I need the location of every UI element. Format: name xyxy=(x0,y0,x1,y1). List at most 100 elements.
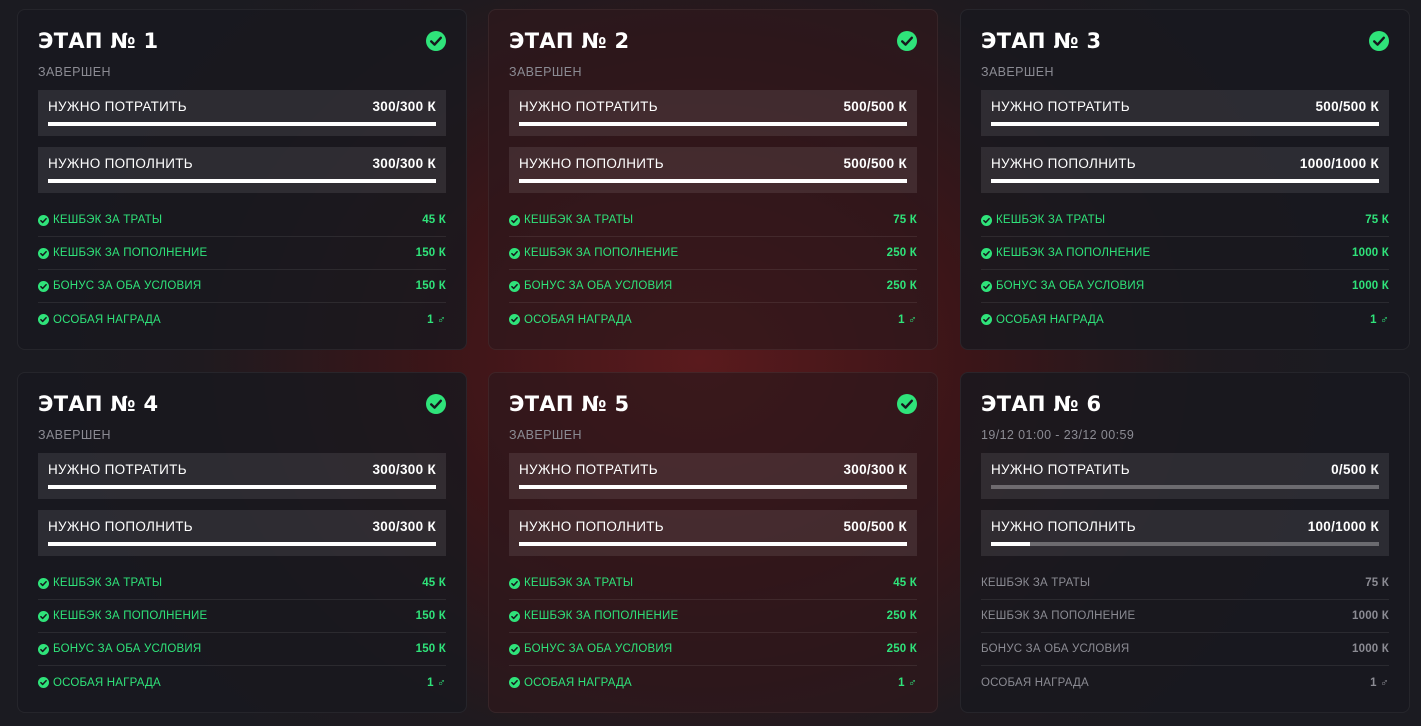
reward-value: 250 К xyxy=(886,643,917,655)
progress-bar-fill xyxy=(519,485,907,489)
progress-bar xyxy=(991,179,1379,183)
requirement-label: НУЖНО ПОПОЛНИТЬ xyxy=(519,156,664,171)
progress-bar xyxy=(48,179,436,183)
check-circle-icon xyxy=(426,394,446,414)
progress-bar-fill xyxy=(519,122,907,126)
check-circle-icon xyxy=(38,214,49,226)
rewards-list: КЕШБЭК ЗА ТРАТЫ 45 К КЕШБЭК ЗА ПОПОЛНЕНИ… xyxy=(509,567,917,699)
reward-label: БОНУС ЗА ОБА УСЛОВИЯ xyxy=(524,643,673,655)
progress-bar-fill xyxy=(519,542,907,546)
reward-value: 1 ♂ xyxy=(427,313,446,326)
reward-label: КЕШБЭК ЗА ТРАТЫ xyxy=(996,214,1106,226)
stage-status: ЗАВЕРШЕН xyxy=(981,65,1054,79)
check-circle-icon xyxy=(509,280,520,292)
check-circle-icon xyxy=(981,280,992,292)
requirement-value: 300/300 К xyxy=(372,462,436,477)
progress-bar-fill xyxy=(991,179,1379,183)
reward-item: КЕШБЭК ЗА ПОПОЛНЕНИЕ 250 К xyxy=(509,600,917,633)
reward-label: БОНУС ЗА ОБА УСЛОВИЯ xyxy=(53,643,202,655)
progress-bar-fill xyxy=(48,542,436,546)
reward-value: 45 К xyxy=(422,577,446,589)
requirement-label: НУЖНО ПОТРАТИТЬ xyxy=(991,462,1130,477)
reward-value: 1000 К xyxy=(1352,610,1389,622)
requirement-value: 0/500 К xyxy=(1331,462,1379,477)
requirement-item: НУЖНО ПОТРАТИТЬ 300/300 К xyxy=(38,453,446,499)
requirements-list: НУЖНО ПОТРАТИТЬ 500/500 К НУЖНО ПОПОЛНИТ… xyxy=(509,90,917,193)
reward-item: БОНУС ЗА ОБА УСЛОВИЯ 150 К xyxy=(38,270,446,303)
requirement-value: 500/500 К xyxy=(843,519,907,534)
reward-label: ОСОБАЯ НАГРАДА xyxy=(524,313,632,326)
requirement-value: 300/300 К xyxy=(372,99,436,114)
reward-label: ОСОБАЯ НАГРАДА xyxy=(981,676,1089,689)
stage-title: ЭТАП № 2 xyxy=(509,29,630,53)
reward-label: БОНУС ЗА ОБА УСЛОВИЯ xyxy=(53,280,202,292)
check-circle-icon xyxy=(38,643,49,655)
reward-label: ОСОБАЯ НАГРАДА xyxy=(996,313,1104,326)
reward-label: ОСОБАЯ НАГРАДА xyxy=(524,676,632,689)
requirement-label: НУЖНО ПОПОЛНИТЬ xyxy=(991,519,1136,534)
stage-header: ЭТАП № 3 ЗАВЕРШЕН xyxy=(981,10,1389,90)
stage-status: ЗАВЕРШЕН xyxy=(38,65,111,79)
progress-bar-fill xyxy=(48,122,436,126)
stage-status: ЗАВЕРШЕН xyxy=(509,428,582,442)
reward-item: КЕШБЭК ЗА ПОПОЛНЕНИЕ 1000 К xyxy=(981,600,1389,633)
progress-bar xyxy=(991,542,1379,546)
reward-value: 1000 К xyxy=(1352,280,1389,292)
reward-item: БОНУС ЗА ОБА УСЛОВИЯ 1000 К xyxy=(981,633,1389,666)
requirement-item: НУЖНО ПОПОЛНИТЬ 300/300 К xyxy=(38,510,446,556)
reward-label: КЕШБЭК ЗА ТРАТЫ xyxy=(981,577,1091,589)
requirement-item: НУЖНО ПОПОЛНИТЬ 500/500 К xyxy=(509,510,917,556)
rewards-list: КЕШБЭК ЗА ТРАТЫ 75 К КЕШБЭК ЗА ПОПОЛНЕНИ… xyxy=(981,567,1389,699)
requirement-label: НУЖНО ПОПОЛНИТЬ xyxy=(991,156,1136,171)
check-circle-icon xyxy=(1369,31,1389,51)
check-circle-icon xyxy=(981,314,992,325)
reward-item: КЕШБЭК ЗА ТРАТЫ 45 К xyxy=(509,567,917,600)
rewards-list: КЕШБЭК ЗА ТРАТЫ 45 К КЕШБЭК ЗА ПОПОЛНЕНИ… xyxy=(38,567,446,699)
reward-value: 250 К xyxy=(886,610,917,622)
reward-item: КЕШБЭК ЗА ТРАТЫ 75 К xyxy=(981,204,1389,237)
reward-value: 1000 К xyxy=(1352,247,1389,259)
reward-label: КЕШБЭК ЗА ПОПОЛНЕНИЕ xyxy=(996,247,1151,259)
reward-label: КЕШБЭК ЗА ТРАТЫ xyxy=(53,577,163,589)
reward-value: 1000 К xyxy=(1352,643,1389,655)
requirement-item: НУЖНО ПОТРАТИТЬ 300/300 К xyxy=(38,90,446,136)
reward-value: 45 К xyxy=(893,577,917,589)
reward-value: 150 К xyxy=(415,247,446,259)
requirement-item: НУЖНО ПОПОЛНИТЬ 300/300 К xyxy=(38,147,446,193)
reward-label: КЕШБЭК ЗА ПОПОЛНЕНИЕ xyxy=(53,610,208,622)
requirement-item: НУЖНО ПОТРАТИТЬ 500/500 К xyxy=(981,90,1389,136)
requirement-label: НУЖНО ПОПОЛНИТЬ xyxy=(48,156,193,171)
check-circle-icon xyxy=(38,314,49,325)
check-circle-icon xyxy=(509,247,520,259)
stage-card-6: ЭТАП № 6 19/12 01:00 - 23/12 00:59 НУЖНО… xyxy=(960,372,1410,713)
requirement-value: 300/300 К xyxy=(843,462,907,477)
stage-title: ЭТАП № 6 xyxy=(981,392,1102,416)
check-circle-icon xyxy=(509,577,520,589)
progress-bar xyxy=(519,485,907,489)
requirement-value: 500/500 К xyxy=(1315,99,1379,114)
stage-status: ЗАВЕРШЕН xyxy=(38,428,111,442)
requirement-item: НУЖНО ПОТРАТИТЬ 500/500 К xyxy=(509,90,917,136)
check-circle-icon xyxy=(897,394,917,414)
reward-label: ОСОБАЯ НАГРАДА xyxy=(53,676,161,689)
requirement-label: НУЖНО ПОПОЛНИТЬ xyxy=(48,519,193,534)
reward-item: КЕШБЭК ЗА ТРАТЫ 75 К xyxy=(509,204,917,237)
reward-label: КЕШБЭК ЗА ПОПОЛНЕНИЕ xyxy=(53,247,208,259)
requirement-value: 500/500 К xyxy=(843,156,907,171)
requirement-label: НУЖНО ПОТРАТИТЬ xyxy=(991,99,1130,114)
progress-bar xyxy=(519,542,907,546)
reward-value: 1 ♂ xyxy=(427,676,446,689)
progress-bar xyxy=(48,542,436,546)
progress-bar xyxy=(48,122,436,126)
reward-item: БОНУС ЗА ОБА УСЛОВИЯ 250 К xyxy=(509,633,917,666)
check-circle-icon xyxy=(38,610,49,622)
reward-value: 75 К xyxy=(1365,214,1389,226)
progress-bar-fill xyxy=(991,542,1030,546)
requirements-list: НУЖНО ПОТРАТИТЬ 300/300 К НУЖНО ПОПОЛНИТ… xyxy=(38,453,446,556)
requirements-list: НУЖНО ПОТРАТИТЬ 500/500 К НУЖНО ПОПОЛНИТ… xyxy=(981,90,1389,193)
rewards-list: КЕШБЭК ЗА ТРАТЫ 75 К КЕШБЭК ЗА ПОПОЛНЕНИ… xyxy=(981,204,1389,336)
requirement-value: 100/1000 К xyxy=(1307,519,1379,534)
requirements-list: НУЖНО ПОТРАТИТЬ 300/300 К НУЖНО ПОПОЛНИТ… xyxy=(38,90,446,193)
check-circle-icon xyxy=(38,677,49,688)
rewards-list: КЕШБЭК ЗА ТРАТЫ 45 К КЕШБЭК ЗА ПОПОЛНЕНИ… xyxy=(38,204,446,336)
